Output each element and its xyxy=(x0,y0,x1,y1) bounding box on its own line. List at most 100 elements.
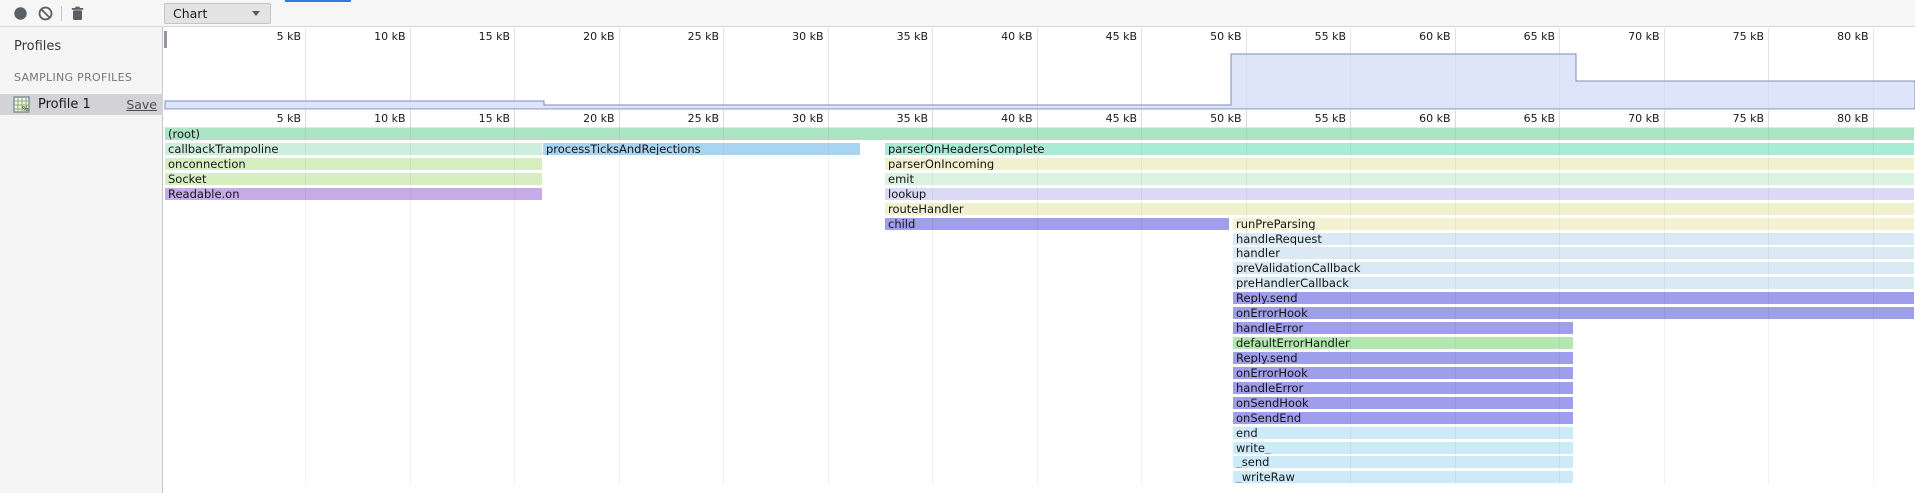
flame-bar-label: Socket xyxy=(168,173,207,185)
ruler-tick-label: 45 kB xyxy=(1061,112,1137,125)
ruler-tick-line xyxy=(1141,110,1142,127)
flame-chart-area: 5 kB5 kB10 kB10 kB15 kB15 kB20 kB20 kB25… xyxy=(164,27,1915,493)
flame-bar[interactable]: runPreParsing xyxy=(1233,218,1914,230)
ruler-tick-line xyxy=(1455,110,1456,127)
flame-bar[interactable]: handler xyxy=(1233,247,1914,259)
ruler-tick-line xyxy=(1246,110,1247,127)
ruler-tick-line xyxy=(932,110,933,127)
ruler-tick-line xyxy=(1559,127,1560,485)
flame-bar[interactable]: onconnection xyxy=(165,158,542,170)
flame-bar[interactable]: handleError xyxy=(1233,322,1573,334)
clear-icon[interactable] xyxy=(37,5,54,22)
flame-bar[interactable]: end xyxy=(1233,427,1573,439)
memory-overview-chart[interactable] xyxy=(164,27,1915,109)
ruler-tick-label: 5 kB xyxy=(225,112,301,125)
ruler-tick-line xyxy=(932,127,933,485)
ruler-tick-label: 15 kB xyxy=(434,112,510,125)
save-profile-link[interactable]: Save xyxy=(126,97,157,112)
flame-bar-label: child xyxy=(888,218,915,230)
sampling-profiles-header: SAMPLING PROFILES xyxy=(14,71,132,84)
flame-bar[interactable]: (root) xyxy=(165,128,1914,140)
flame-bar[interactable]: callbackTrampoline xyxy=(165,143,542,155)
ruler-tick-label: 60 kB xyxy=(1375,112,1451,125)
flame-bar-label: parserOnHeadersComplete xyxy=(888,143,1045,155)
flame-bar[interactable]: emit xyxy=(885,173,1914,185)
flame-bar[interactable]: Readable.on xyxy=(165,188,542,200)
flame-bar-label: end xyxy=(1236,427,1258,439)
flame-bar-label: Readable.on xyxy=(168,188,240,200)
ruler-tick-line xyxy=(723,110,724,127)
flame-bar-label: _send xyxy=(1236,456,1269,468)
flame-bar-label: onconnection xyxy=(168,158,246,170)
ruler-tick-line xyxy=(619,127,620,485)
ruler-tick-line xyxy=(1768,110,1769,127)
ruler-tick-line xyxy=(1873,127,1874,485)
flame-bar-label: (root) xyxy=(168,128,200,140)
chevron-down-icon xyxy=(252,11,260,16)
ruler-tick-label: 55 kB xyxy=(1270,112,1346,125)
ruler-tick-label: 25 kB xyxy=(643,112,719,125)
ruler-tick-label: 40 kB xyxy=(957,112,1033,125)
flame-bar[interactable]: Reply.send xyxy=(1233,352,1573,364)
flame-bar[interactable]: child xyxy=(885,218,1229,230)
flame-bar[interactable]: _send xyxy=(1233,456,1573,468)
sidebar: Profiles SAMPLING PROFILES % Profile 1 S… xyxy=(0,27,163,493)
ruler-tick-label: 80 kB xyxy=(1793,112,1869,125)
flame-bar[interactable]: Reply.send xyxy=(1233,292,1914,304)
trash-icon[interactable] xyxy=(69,5,86,22)
flame-bar-label: runPreParsing xyxy=(1236,218,1316,230)
flame-bar[interactable]: preHandlerCallback xyxy=(1233,277,1914,289)
flame-bar[interactable]: onSendEnd xyxy=(1233,412,1573,424)
ruler-tick-line xyxy=(828,127,829,485)
memory-tool-panel: Chart Profiles SAMPLING PROFILES % Profi… xyxy=(0,0,1915,493)
flame-bar[interactable]: onSendHook xyxy=(1233,397,1573,409)
ruler-tick-line xyxy=(514,127,515,485)
svg-text:%: % xyxy=(22,105,29,113)
flame-bar[interactable]: preValidationCallback xyxy=(1233,262,1914,274)
profile-name: Profile 1 xyxy=(38,97,91,112)
record-icon[interactable] xyxy=(12,5,29,22)
flame-bar[interactable]: handleRequest xyxy=(1233,233,1914,245)
ruler-tick-line xyxy=(1873,110,1874,127)
flame-bar[interactable]: parserOnHeadersComplete xyxy=(885,143,1914,155)
flame-bar[interactable]: processTicksAndRejections xyxy=(543,143,860,155)
flame-bar[interactable]: handleError xyxy=(1233,382,1573,394)
chart-view-select-value: Chart xyxy=(173,6,207,21)
sidebar-item-profile-1[interactable]: % Profile 1 Save xyxy=(0,94,163,115)
flame-bar[interactable]: Socket xyxy=(165,173,542,185)
ruler-tick-line xyxy=(1768,127,1769,485)
flame-bar[interactable]: onErrorHook xyxy=(1233,307,1914,319)
ruler-tick-line xyxy=(305,110,306,127)
overview-baseline xyxy=(164,109,1915,110)
ruler-tick-line xyxy=(1664,127,1665,485)
flame-bar[interactable]: defaultErrorHandler xyxy=(1233,337,1573,349)
flame-bar-label: parserOnIncoming xyxy=(888,158,994,170)
flame-bar[interactable]: routeHandler xyxy=(885,203,1914,215)
flame-bar[interactable]: lookup xyxy=(885,188,1914,200)
ruler-tick-line xyxy=(1664,110,1665,127)
overview-area-series xyxy=(165,54,1915,109)
flame-bar-label: processTicksAndRejections xyxy=(546,143,701,155)
flame-bar-label: lookup xyxy=(888,188,926,200)
ruler-tick-line xyxy=(1350,110,1351,127)
ruler-tick-label: 70 kB xyxy=(1584,112,1660,125)
ruler-tick-label: 35 kB xyxy=(852,112,928,125)
flame-bar-label: onErrorHook xyxy=(1236,307,1308,319)
flame-bar[interactable]: write_ xyxy=(1233,442,1573,454)
toolbar: Chart xyxy=(0,0,1915,27)
ruler-tick-label: 50 kB xyxy=(1166,112,1242,125)
ruler-tick-line xyxy=(1559,110,1560,127)
flame-bar-label: preHandlerCallback xyxy=(1236,277,1349,289)
ruler-tick-line xyxy=(1037,127,1038,485)
selected-tab-indicator xyxy=(285,0,351,2)
flame-bar[interactable]: _writeRaw xyxy=(1233,471,1573,483)
chart-view-select[interactable]: Chart xyxy=(164,3,271,24)
ruler-tick-line xyxy=(305,127,306,485)
ruler-tick-label: 30 kB xyxy=(748,112,824,125)
ruler-tick-line xyxy=(410,110,411,127)
flame-bar[interactable]: parserOnIncoming xyxy=(885,158,1914,170)
flame-bar[interactable]: onErrorHook xyxy=(1233,367,1573,379)
flame-bar-label: callbackTrampoline xyxy=(168,143,279,155)
ruler-tick-line xyxy=(514,110,515,127)
ruler-tick-line xyxy=(1141,127,1142,485)
